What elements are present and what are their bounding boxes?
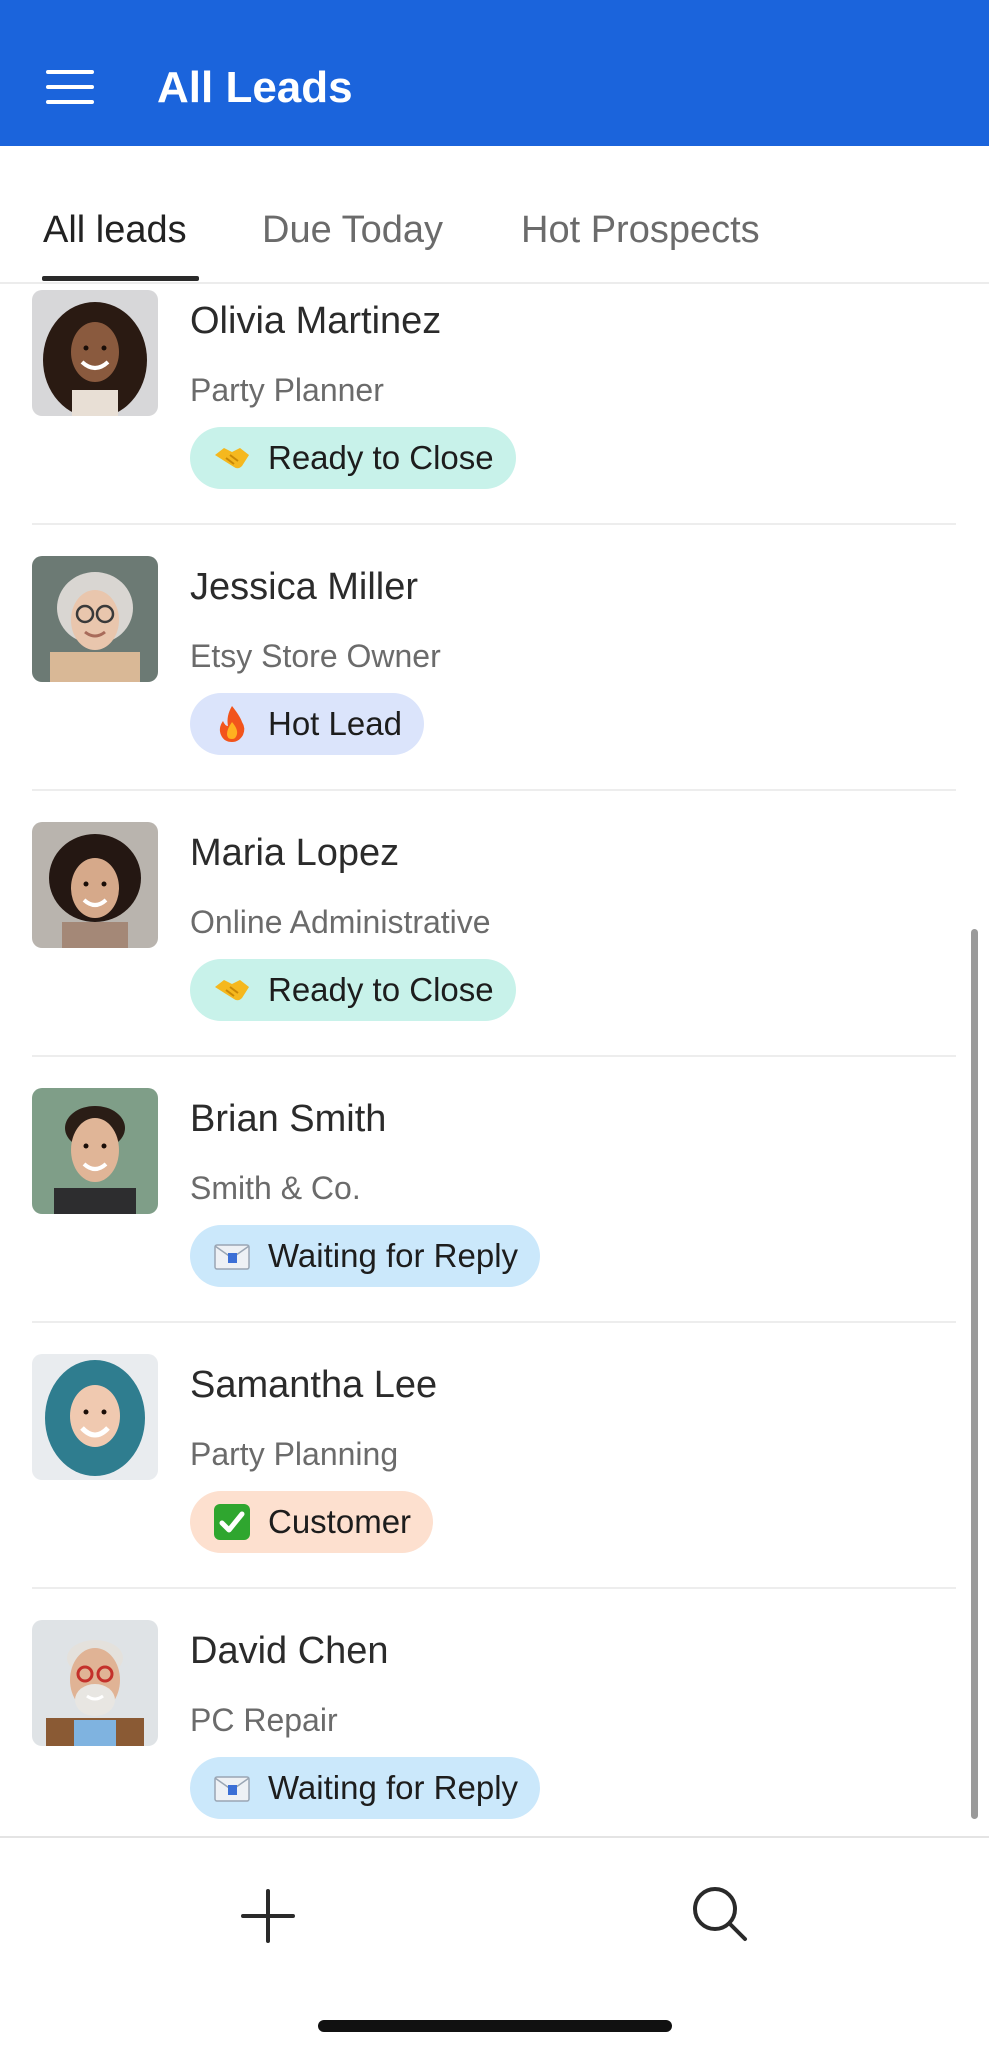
avatar	[32, 556, 158, 682]
status-badge: Waiting for Reply	[190, 1757, 541, 1819]
check-mark-icon	[212, 1502, 252, 1542]
handshake-icon	[212, 438, 252, 478]
page-title: All Leads	[157, 63, 353, 112]
list-item[interactable]: Olivia Martinez Party Planner Ready to C…	[0, 284, 989, 550]
divider	[32, 1321, 956, 1323]
status-badge: Hot Lead	[190, 693, 424, 755]
active-tab-indicator	[42, 276, 199, 281]
divider	[32, 523, 956, 525]
list-item[interactable]: Samantha Lee Party Planning Customer	[0, 1348, 989, 1614]
avatar	[32, 1088, 158, 1214]
status-badge: Customer	[190, 1491, 434, 1553]
lead-name: Samantha Lee	[190, 1364, 438, 1406]
list-item[interactable]: Maria Lopez Online Administrative Ready …	[0, 816, 989, 1082]
lead-company: Party Planning	[190, 1436, 399, 1472]
list-item[interactable]: Jessica Miller Etsy Store Owner Hot Lead	[0, 550, 989, 816]
app-header: All Leads	[0, 0, 989, 146]
lead-name: Olivia Martinez	[190, 300, 442, 342]
tab-hot-prospects[interactable]: Hot Prospects	[521, 206, 760, 254]
home-indicator[interactable]	[318, 2020, 672, 2032]
lead-name: Jessica Miller	[190, 566, 419, 608]
avatar	[32, 1354, 158, 1480]
status-label: Hot Lead	[268, 705, 402, 742]
envelope-icon	[212, 1768, 252, 1808]
fire-icon	[212, 704, 252, 744]
handshake-icon	[212, 970, 252, 1010]
scrollbar[interactable]	[971, 929, 978, 1819]
lead-company: PC Repair	[190, 1702, 338, 1738]
plus-icon[interactable]	[240, 1888, 296, 1944]
lead-company: Online Administrative	[190, 904, 491, 940]
tab-bar: All leads Due Today Hot Prospects	[0, 146, 989, 284]
bottom-toolbar	[0, 1836, 989, 2048]
avatar	[32, 290, 158, 416]
status-label: Waiting for Reply	[268, 1237, 519, 1274]
divider	[32, 789, 956, 791]
status-label: Ready to Close	[268, 439, 494, 476]
divider	[32, 1587, 956, 1589]
tab-due-today[interactable]: Due Today	[262, 206, 443, 254]
leads-app: All Leads All leads Due Today Hot Prospe…	[0, 0, 989, 2048]
status-badge: Ready to Close	[190, 427, 516, 489]
lead-name: Maria Lopez	[190, 832, 400, 874]
hamburger-menu-icon[interactable]	[46, 66, 96, 106]
avatar	[32, 822, 158, 948]
lead-name: Brian Smith	[190, 1098, 387, 1140]
status-label: Ready to Close	[268, 971, 494, 1008]
list-item[interactable]: Brian Smith Smith & Co. Waiting for Repl…	[0, 1082, 989, 1348]
status-badge: Waiting for Reply	[190, 1225, 541, 1287]
lead-company: Etsy Store Owner	[190, 638, 441, 674]
avatar	[32, 1620, 158, 1746]
status-label: Waiting for Reply	[268, 1769, 519, 1806]
lead-name: David Chen	[190, 1630, 389, 1672]
lead-company: Party Planner	[190, 372, 384, 408]
leads-list[interactable]: Olivia Martinez Party Planner Ready to C…	[0, 284, 989, 1836]
divider	[32, 1055, 956, 1057]
status-label: Customer	[268, 1503, 412, 1540]
tab-all-leads[interactable]: All leads	[43, 206, 187, 254]
status-badge: Ready to Close	[190, 959, 516, 1021]
envelope-icon	[212, 1236, 252, 1276]
lead-company: Smith & Co.	[190, 1170, 361, 1206]
search-icon[interactable]	[690, 1884, 750, 1944]
list-item[interactable]: David Chen PC Repair Waiting for Reply	[0, 1614, 989, 1836]
